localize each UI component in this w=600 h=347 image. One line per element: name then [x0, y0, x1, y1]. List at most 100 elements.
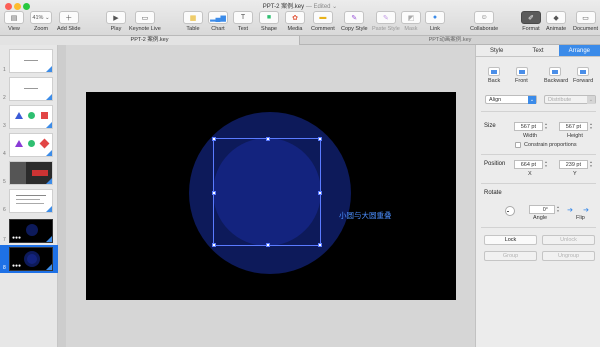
slide-thumbnail[interactable]	[9, 105, 53, 129]
resize-handle-top[interactable]	[266, 137, 270, 141]
inspector-panel: Style Text Arrange Back Front Backward F…	[475, 45, 600, 347]
resize-handle-top-left[interactable]	[212, 137, 216, 141]
selection-box[interactable]	[212, 137, 322, 247]
photo-block	[10, 162, 26, 184]
media-button[interactable]: ✿ Media	[285, 11, 305, 32]
transition-marker	[46, 236, 52, 242]
bring-forward-icon[interactable]	[577, 67, 589, 76]
text-button[interactable]: T Text	[233, 11, 253, 32]
tab-arrange[interactable]: Arrange	[558, 45, 600, 56]
slide-number: 3	[3, 123, 6, 129]
slide-thumbnail-row[interactable]: 6	[0, 187, 58, 215]
ungroup-button[interactable]: Ungroup	[542, 251, 595, 261]
comment-button[interactable]: ▬ Comment	[311, 11, 335, 32]
paste-style-button[interactable]: ✎ Paste Style	[372, 11, 400, 32]
slide-thumbnail-row[interactable]: 5	[0, 159, 58, 187]
slide[interactable]: 小圆与大圆重叠	[86, 92, 456, 300]
link-button[interactable]: ● Link	[425, 11, 445, 32]
slide-thumbnail[interactable]: ●●●	[9, 247, 53, 271]
lock-button[interactable]: Lock	[484, 235, 537, 245]
slide-thumbnail[interactable]	[9, 133, 53, 157]
copy-style-button[interactable]: ✎ Copy Style	[341, 11, 368, 32]
send-backward-icon[interactable]	[549, 67, 561, 76]
slide-thumbnail-row[interactable]: 1	[0, 47, 58, 75]
width-field[interactable]: 567 pt	[514, 122, 543, 131]
slide-number: 1	[3, 67, 6, 73]
shape-button[interactable]: ■ Shape	[259, 11, 279, 32]
slide-text[interactable]: 小圆与大圆重叠	[339, 210, 392, 221]
add-slide-button[interactable]: ＋ Add Slide	[57, 11, 81, 32]
slide-title-line	[24, 88, 38, 89]
tab-ppt-animation[interactable]: PPT动画案例.key	[300, 36, 600, 45]
height-stepper[interactable]: ▴ ▾	[589, 122, 593, 131]
width-stepper[interactable]: ▴ ▾	[544, 122, 548, 131]
resize-handle-bottom-right[interactable]	[318, 243, 322, 247]
play-button[interactable]: ▶ Play	[106, 11, 126, 32]
chevron-down-icon: ⌄	[587, 96, 595, 104]
slide-thumbnail-row[interactable]: 4	[0, 131, 58, 159]
resize-handle-right[interactable]	[318, 191, 322, 195]
slide-thumbnail[interactable]	[9, 161, 53, 185]
slide-thumbnail-row[interactable]: 3	[0, 103, 58, 131]
unlock-button[interactable]: Unlock	[542, 235, 595, 245]
view-menu-icon: ▤	[4, 11, 24, 24]
mask-button[interactable]: ◩ Mask	[401, 11, 421, 32]
resize-handle-top-right[interactable]	[318, 137, 322, 141]
add-slide-label: Add Slide	[57, 26, 81, 32]
chart-icon: ▂▄▆	[208, 11, 228, 24]
height-field[interactable]: 567 pt	[559, 122, 588, 131]
view-button[interactable]: ▤ View	[4, 11, 24, 32]
constrain-proportions-checkbox[interactable]	[515, 142, 521, 148]
x-field[interactable]: 664 pt	[514, 160, 543, 169]
paintbrush-icon: ✐	[521, 11, 541, 24]
slide-thumbnail-row[interactable]: 2	[0, 75, 58, 103]
slide-canvas[interactable]: 小圆与大圆重叠	[58, 45, 475, 347]
person-plus-icon: ☺	[474, 11, 495, 24]
angle-field[interactable]: 0°	[529, 205, 555, 214]
animate-button[interactable]: ◆ Animate	[546, 11, 566, 32]
paste-brush-icon: ✎	[375, 11, 396, 24]
rotate-knob[interactable]	[505, 206, 515, 216]
slide-thumbnail-row-selected[interactable]: 8 ●●●	[0, 245, 58, 273]
tab-ppt-2[interactable]: PPT-2 案例.key	[0, 36, 300, 45]
y-stepper[interactable]: ▴ ▾	[589, 160, 593, 169]
rotate-section-label: Rotate	[484, 190, 502, 196]
resize-handle-bottom[interactable]	[266, 243, 270, 247]
flip-horizontal-icon[interactable]: ➔	[564, 206, 576, 215]
document-button[interactable]: ▭ Document	[573, 11, 598, 32]
y-field[interactable]: 239 pt	[559, 160, 588, 169]
tab-style[interactable]: Style	[476, 45, 517, 56]
slide-thumbnail[interactable]	[9, 77, 53, 101]
format-label: Format	[522, 26, 540, 32]
circle-shape	[26, 224, 38, 236]
edited-status[interactable]: — Edited ⌄	[306, 4, 337, 10]
x-stepper[interactable]: ▴ ▾	[544, 160, 548, 169]
flip-vertical-icon[interactable]: ➔	[580, 206, 592, 215]
canvas-gutter	[58, 45, 66, 347]
resize-handle-left[interactable]	[212, 191, 216, 195]
group-button[interactable]: Group	[484, 251, 537, 261]
chart-button[interactable]: ▂▄▆ Chart	[208, 11, 228, 32]
transition-marker	[46, 206, 52, 212]
copy-style-label: Copy Style	[341, 26, 368, 32]
tab-text[interactable]: Text	[517, 45, 558, 56]
table-button[interactable]: ▦ Table	[183, 11, 203, 32]
slide-thumbnail[interactable]	[9, 189, 53, 213]
build-indicator: ●●●	[12, 263, 22, 269]
align-dropdown[interactable]: Align ⌄	[485, 95, 537, 104]
slide-thumbnail-row[interactable]: 7 ●●●	[0, 217, 58, 245]
distribute-dropdown[interactable]: Distribute ⌄	[544, 95, 596, 104]
resize-handle-bottom-left[interactable]	[212, 243, 216, 247]
zoom-button[interactable]: 41% ⌄ Zoom	[30, 11, 52, 32]
constrain-proportions-label: Constrain proportions	[524, 142, 577, 148]
slide-thumbnail[interactable]	[9, 49, 53, 73]
keynote-live-button[interactable]: ▭ Keynote Live	[129, 11, 161, 32]
bring-to-front-icon[interactable]	[516, 67, 528, 76]
angle-stepper[interactable]: ▴ ▾	[556, 205, 560, 214]
position-section-label: Position	[484, 161, 506, 167]
send-to-back-icon[interactable]	[488, 67, 500, 76]
collaborate-button[interactable]: ☺ Collaborate	[470, 11, 498, 32]
divider	[481, 111, 596, 112]
slide-thumbnail[interactable]: ●●●	[9, 219, 53, 243]
format-button[interactable]: ✐ Format	[521, 11, 541, 32]
